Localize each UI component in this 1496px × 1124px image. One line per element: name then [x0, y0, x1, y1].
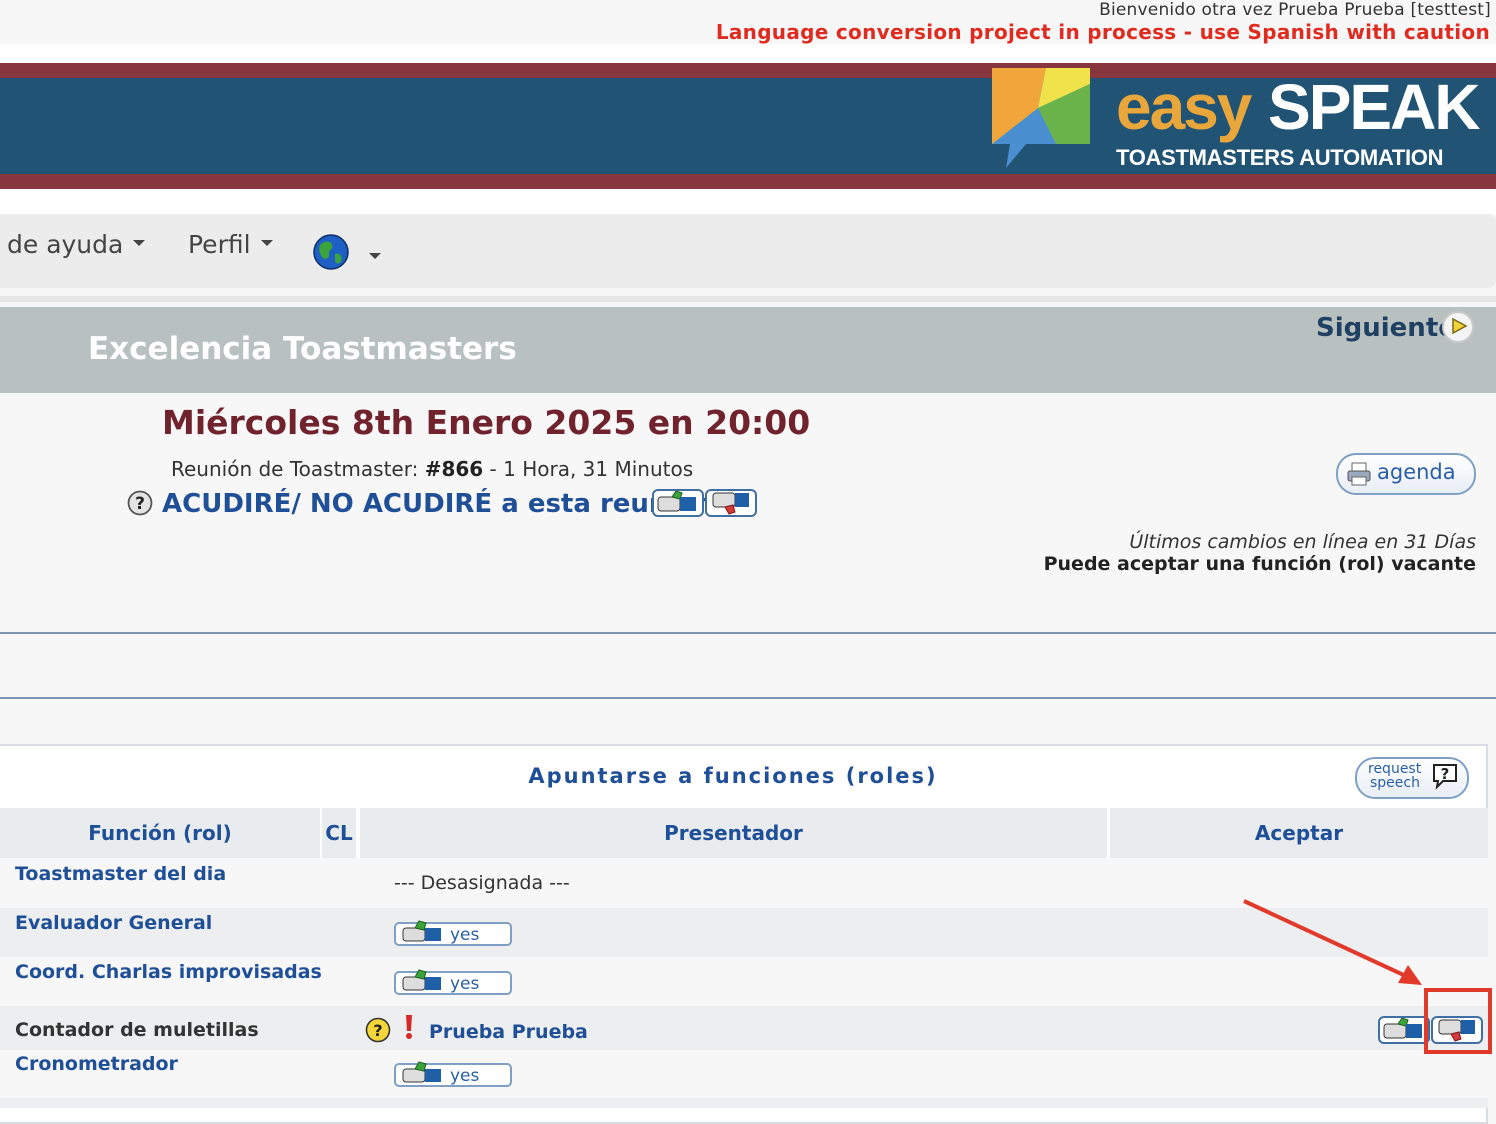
help-icon[interactable]: ? — [127, 490, 153, 516]
chevron-down-icon — [133, 240, 146, 246]
yes-label: yes — [450, 974, 480, 994]
meeting-date: Miércoles 8th Enero 2025 en 20:00 — [162, 403, 811, 442]
language-chevron-down-icon[interactable] — [369, 252, 381, 259]
next-meeting-link[interactable]: Siguiente — [1316, 313, 1456, 343]
meeting-number: #866 — [424, 457, 484, 481]
nav-profile-label: Perfil — [188, 230, 251, 259]
thumbs-up-icon — [657, 490, 696, 512]
thumbs-up-icon — [402, 1061, 441, 1083]
yes-label: yes — [450, 1066, 480, 1086]
svg-text:?: ? — [1441, 765, 1450, 783]
column-header-role: Función (rol) — [0, 808, 320, 858]
section-divider — [0, 632, 1496, 634]
agenda-label: agenda — [1377, 460, 1456, 484]
column-header-accept: Aceptar — [1110, 808, 1488, 858]
annotation-highlight-box — [1424, 988, 1492, 1054]
role-toastmaster[interactable]: Toastmaster del dia — [15, 863, 226, 885]
logo-tagline: TOASTMASTERS AUTOMATION — [1116, 145, 1444, 170]
meeting-info-prefix: Reunión de Toastmaster: — [171, 457, 425, 481]
attendance-link[interactable]: ACUDIRÉ/ NO ACUDIRÉ a esta reunión — [162, 489, 713, 519]
column-header-cl: CL — [322, 808, 356, 858]
accept-yes-button[interactable]: yes — [394, 1061, 512, 1087]
last-changes-text: Últimos cambios en línea en 31 Días — [1129, 531, 1476, 553]
role-table-topics[interactable]: Coord. Charlas improvisadas — [15, 961, 322, 983]
unassigned-text: --- Desasignada --- — [394, 872, 570, 894]
logo-easy-text: easy — [1116, 71, 1252, 143]
request-speech-label: request — [1368, 761, 1422, 777]
yes-label: yes — [450, 925, 480, 945]
nav-spacer — [0, 189, 1496, 214]
table-row — [0, 1050, 1488, 1098]
request-speech-label: speech — [1370, 775, 1420, 791]
welcome-text: Bienvenido otra vez Prueba Prueba [testt… — [1099, 0, 1491, 20]
exclamation-icon — [406, 1015, 412, 1039]
thumbs-up-icon — [402, 920, 441, 942]
table-row — [0, 1098, 1488, 1108]
printer-icon — [1347, 462, 1371, 486]
nav-help-menu[interactable]: de ayuda — [7, 230, 146, 259]
thumbs-down-icon — [712, 492, 749, 515]
role-general-evaluator[interactable]: Evaluador General — [15, 912, 212, 934]
attend-yes-button[interactable] — [652, 489, 704, 517]
section-divider — [0, 697, 1496, 699]
role-timer[interactable]: Cronometrador — [15, 1053, 178, 1075]
svg-text:?: ? — [135, 494, 145, 514]
accept-yes-button[interactable]: yes — [394, 969, 512, 995]
banner-spacer — [0, 44, 1496, 64]
annotation-arrow-icon — [1243, 899, 1422, 985]
nav-help-label: de ayuda — [7, 230, 124, 259]
speech-bubble-question-icon: ? — [1433, 764, 1457, 790]
thumbs-up-icon — [402, 969, 441, 991]
meeting-duration: - 1 Hora, 31 Minutos — [483, 457, 694, 481]
thumbs-up-icon — [1383, 1017, 1422, 1039]
nav-profile-menu[interactable]: Perfil — [188, 230, 273, 259]
language-warning: Language conversion project in process -… — [715, 20, 1490, 44]
globe-icon[interactable] — [313, 234, 349, 270]
help-icon[interactable]: ? — [365, 1017, 391, 1043]
logo-speak-text: SPEAK — [1268, 71, 1480, 143]
attend-no-button[interactable] — [705, 489, 757, 517]
play-next-icon[interactable] — [1441, 310, 1475, 344]
column-header-presenter: Presentador — [360, 808, 1107, 858]
vacant-role-text: Puede aceptar una función (rol) vacante — [1043, 553, 1476, 575]
chevron-down-icon — [260, 240, 273, 246]
role-ah-counter: Contador de muletillas — [15, 1019, 259, 1041]
accept-role-button[interactable] — [1378, 1016, 1430, 1044]
accept-yes-button[interactable]: yes — [394, 920, 512, 946]
svg-text:?: ? — [373, 1021, 382, 1040]
presenter-name[interactable]: Prueba Prueba — [429, 1021, 588, 1043]
meeting-info: Reunión de Toastmaster: #866 - 1 Hora, 3… — [171, 457, 693, 481]
easyspeak-logo-icon — [992, 68, 1090, 168]
roles-title: Apuntarse a funciones (roles) — [528, 764, 938, 788]
nav-divider — [0, 296, 1496, 302]
club-name: Excelencia Toastmasters — [88, 331, 517, 367]
